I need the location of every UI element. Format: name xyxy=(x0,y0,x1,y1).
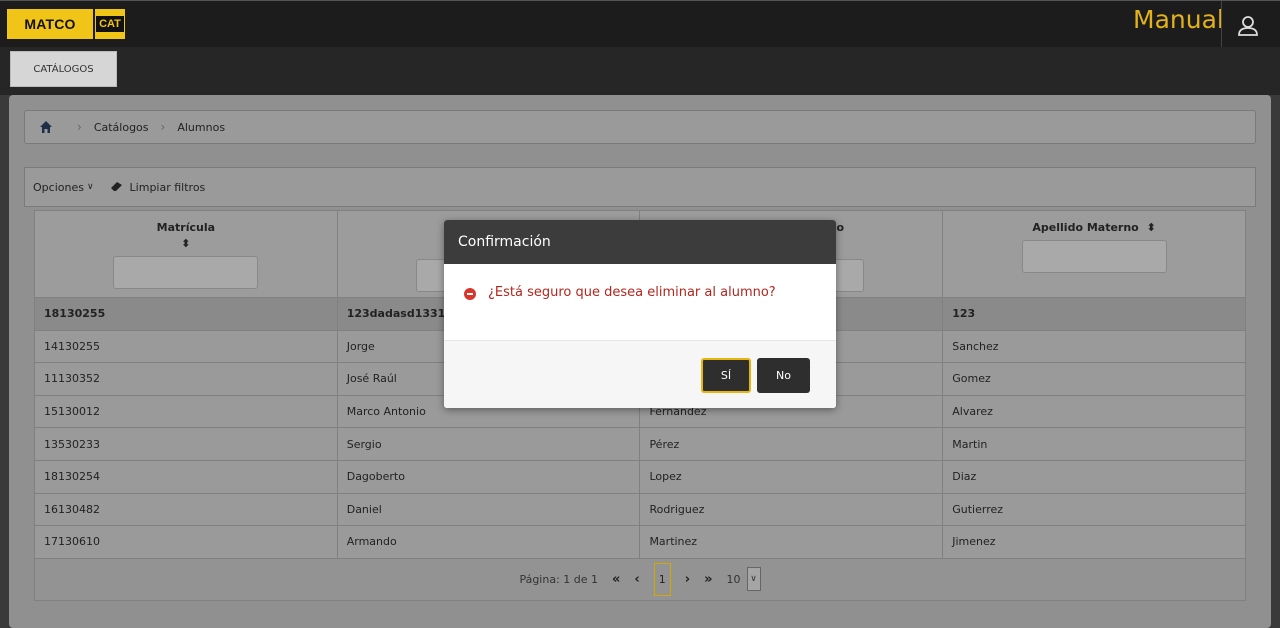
cell-matricula: 17130610 xyxy=(34,525,338,559)
pager-cell: Página: 1 de 1 « ‹ 1 › » 10 ∨ xyxy=(34,557,1246,601)
cell-nombre: Armando xyxy=(336,525,641,559)
breadcrumb: › Catálogos › Alumnos xyxy=(24,110,1256,144)
dialog-title: Confirmación xyxy=(444,220,836,264)
cell-nombre: Daniel xyxy=(336,492,641,527)
breadcrumb-alumnos: Alumnos xyxy=(177,120,226,134)
table-row[interactable]: 16130482 Daniel Rodriguez Gutierrez xyxy=(34,492,1246,527)
cell-apellido-materno: Martin xyxy=(942,427,1246,461)
tab-bar: CATÁLOGOS xyxy=(0,47,1280,95)
chevron-right-icon: › xyxy=(160,120,166,134)
cat-logo: CAT xyxy=(93,9,125,39)
cell-matricula: 13530233 xyxy=(34,427,338,461)
cell-matricula: 18130254 xyxy=(34,459,338,494)
cell-apellido-materno: 123 xyxy=(942,297,1246,331)
cell-matricula: 16130482 xyxy=(34,492,338,527)
cell-nombre: Dagoberto xyxy=(336,459,641,494)
sort-icon[interactable]: ⬍ xyxy=(35,237,337,250)
cell-apellido-materno: Gutierrez xyxy=(942,492,1246,527)
pager: Página: 1 de 1 « ‹ 1 › » 10 ∨ xyxy=(519,562,761,596)
next-page-icon[interactable]: › xyxy=(685,572,690,587)
no-button[interactable]: No xyxy=(757,358,810,393)
confirmation-dialog: Confirmación ¿Está seguro que desea elim… xyxy=(444,220,836,408)
column-header-apellido-materno[interactable]: Apellido Materno ⬍ xyxy=(942,210,1246,298)
header-divider xyxy=(1221,1,1222,48)
page-size-select[interactable]: 10 ∨ xyxy=(726,567,761,592)
chevron-down-icon[interactable]: ∨ xyxy=(746,567,761,592)
table-row[interactable]: 17130610 Armando Martinez Jimenez xyxy=(34,525,1246,559)
eraser-icon[interactable] xyxy=(110,182,123,192)
sort-icon[interactable]: ⬍ xyxy=(1147,221,1156,234)
pager-row: Página: 1 de 1 « ‹ 1 › » 10 ∨ xyxy=(34,557,1246,601)
column-header-label: Matrícula xyxy=(156,221,216,234)
page-size-value: 10 xyxy=(726,572,741,586)
chevron-right-icon: › xyxy=(77,120,82,134)
home-icon[interactable] xyxy=(39,120,53,134)
breadcrumb-catalogos[interactable]: Catálogos xyxy=(94,121,149,134)
cell-apellido-paterno: Pérez xyxy=(639,427,944,461)
matco-cat-logo: MATCO CAT xyxy=(7,9,125,39)
dialog-body: ¿Está seguro que desea eliminar al alumn… xyxy=(444,264,836,340)
last-page-icon[interactable]: » xyxy=(704,572,712,587)
dialog-message: ¿Está seguro que desea eliminar al alumn… xyxy=(488,285,776,300)
yes-button[interactable]: SÍ xyxy=(701,358,751,393)
table-row[interactable]: 18130254 Dagoberto Lopez Diaz xyxy=(34,459,1246,494)
tab-catalogos[interactable]: CATÁLOGOS xyxy=(10,51,117,87)
filter-input-matricula[interactable] xyxy=(113,256,259,289)
user-icon[interactable] xyxy=(1236,14,1260,38)
chevron-down-icon[interactable]: ∨ xyxy=(87,182,94,192)
cell-matricula: 11130352 xyxy=(34,362,338,396)
table-toolbar: Opciones ∨ Limpiar filtros xyxy=(24,167,1256,207)
cell-apellido-paterno: Martinez xyxy=(639,525,944,559)
cell-apellido-materno: Jimenez xyxy=(942,525,1246,559)
cell-apellido-paterno: Lopez xyxy=(639,459,944,494)
cell-apellido-materno: Gomez xyxy=(942,362,1246,396)
current-page-button[interactable]: 1 xyxy=(653,562,671,596)
user-name: Manual xyxy=(1133,5,1224,34)
column-header-label: Apellido Materno xyxy=(1032,221,1139,234)
first-page-icon[interactable]: « xyxy=(612,572,620,587)
cell-matricula: 14130255 xyxy=(34,329,338,364)
column-header-matricula[interactable]: Matrícula ⬍ xyxy=(34,210,338,298)
prev-page-icon[interactable]: ‹ xyxy=(634,572,639,587)
top-bar: MATCO CAT Manual xyxy=(0,0,1280,48)
page-info: Página: 1 de 1 xyxy=(519,572,599,586)
cat-logo-text: CAT xyxy=(96,16,124,32)
matco-logo-text: MATCO xyxy=(7,9,93,39)
filter-input-apellido-materno[interactable] xyxy=(1021,240,1167,273)
clear-filters-button[interactable]: Limpiar filtros xyxy=(130,181,206,194)
options-menu[interactable]: Opciones xyxy=(33,181,84,194)
cell-apellido-materno: Sanchez xyxy=(942,329,1246,364)
dialog-footer: SÍ No xyxy=(444,340,836,408)
cell-matricula: 18130255 xyxy=(34,297,338,331)
cell-apellido-materno: Diaz xyxy=(942,459,1246,494)
minus-circle-icon xyxy=(464,288,476,300)
cell-apellido-paterno: Rodriguez xyxy=(639,492,944,527)
table-row[interactable]: 13530233 Sergio Pérez Martin xyxy=(34,427,1246,461)
cell-matricula: 15130012 xyxy=(34,394,338,429)
cell-nombre: Sergio xyxy=(336,427,641,461)
cell-apellido-materno: Alvarez xyxy=(942,394,1246,429)
